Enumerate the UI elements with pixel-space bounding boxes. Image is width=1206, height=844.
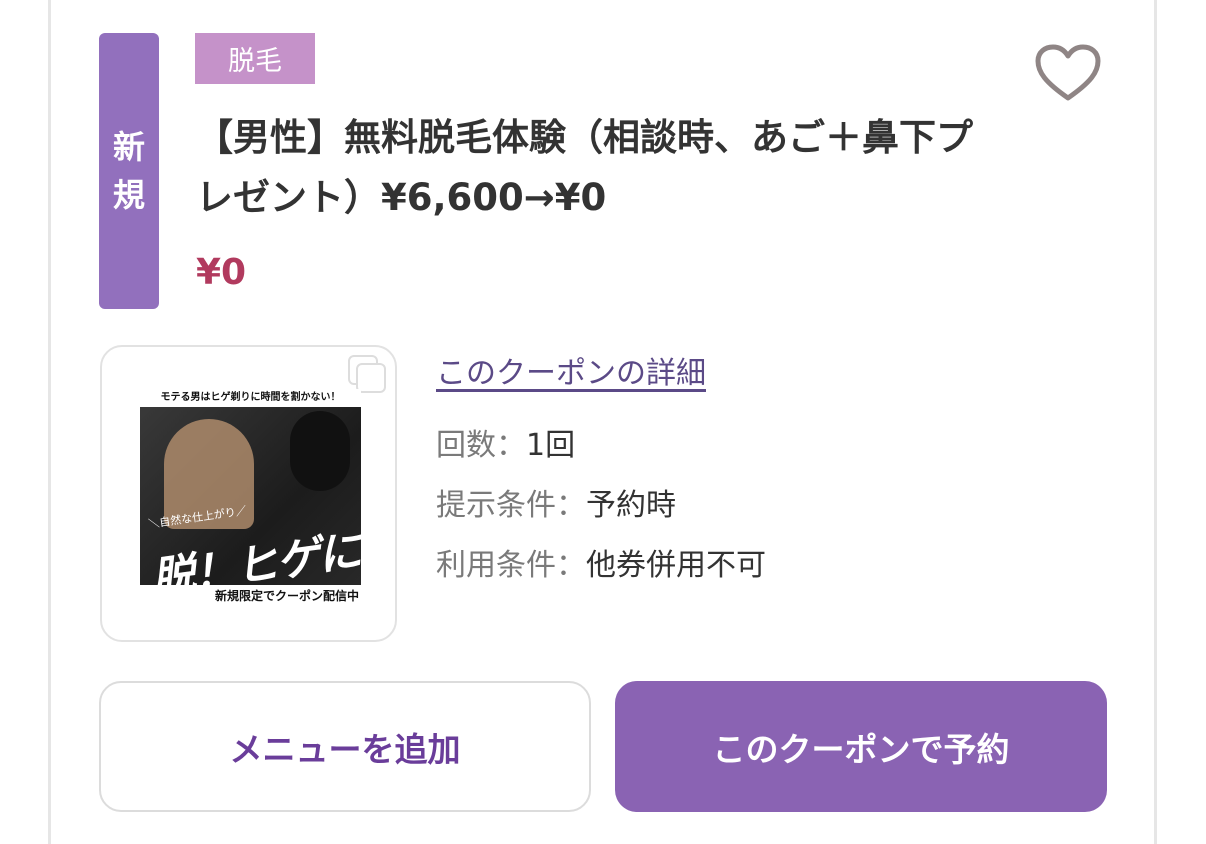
detail-present-row: 提示条件：予約時 <box>436 480 676 524</box>
detail-use-row: 利用条件：他券併用不可 <box>436 540 766 584</box>
add-menu-button[interactable]: メニューを追加 <box>99 681 591 812</box>
coupon-price: ¥0 <box>196 252 247 293</box>
badge-char-1: 新 <box>112 128 145 166</box>
new-customer-badge: 新 規 <box>99 33 159 309</box>
heart-icon <box>1035 44 1101 101</box>
favorite-button[interactable] <box>1030 40 1106 106</box>
use-label: 利用条件： <box>436 548 586 583</box>
image-bottom-text: 新規限定でクーポン配信中 <box>140 585 361 607</box>
detail-count-row: 回数：1回 <box>436 420 575 464</box>
image-top-text: モテる男はヒゲ剃りに時間を割かない！ <box>140 389 361 407</box>
coupon-thumbnail-card[interactable]: モテる男はヒゲ剃りに時間を割かない！ ＼自然な仕上がり／ 脱！ヒゲに 新規限定で… <box>100 345 397 642</box>
use-value: 他券併用不可 <box>586 548 766 583</box>
present-label: 提示条件： <box>436 488 586 523</box>
category-tag: 脱毛 <box>195 33 315 84</box>
coupon-image: モテる男はヒゲ剃りに時間を割かない！ ＼自然な仕上がり／ 脱！ヒゲに 新規限定で… <box>140 389 361 607</box>
badge-char-2: 規 <box>112 176 145 214</box>
coupon-title: 【男性】無料脱毛体験（相談時、あご＋鼻下プレゼント）¥6,600→¥0 <box>196 116 973 219</box>
reserve-coupon-button[interactable]: このクーポンで予約 <box>615 681 1107 812</box>
coupon-detail-link[interactable]: このクーポンの詳細 <box>436 348 706 392</box>
count-value: 1回 <box>526 428 576 463</box>
frame-border-right <box>1154 0 1157 844</box>
image-person-man <box>290 411 350 491</box>
frame-border-left <box>48 0 51 844</box>
present-value: 予約時 <box>586 488 676 523</box>
count-label: 回数： <box>436 428 526 463</box>
